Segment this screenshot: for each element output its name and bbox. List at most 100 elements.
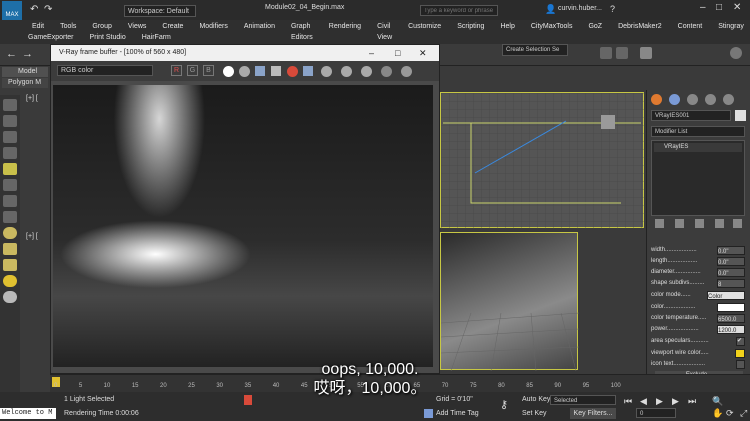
motion-tab-icon[interactable]: [705, 94, 716, 105]
user-name[interactable]: curvin.huber...: [558, 5, 602, 12]
lock-selection-icon[interactable]: [244, 395, 252, 405]
scale-icon[interactable]: [3, 147, 17, 159]
color-temperature-input[interactable]: 6500.0: [717, 314, 745, 323]
ribbon-tab-model[interactable]: Model: [2, 67, 48, 77]
shape-subdivs-input[interactable]: 8: [717, 279, 745, 288]
orbit-icon[interactable]: ⟳: [726, 408, 734, 419]
time-tag-icon[interactable]: [424, 409, 433, 418]
icon-text-checkbox[interactable]: [736, 360, 745, 369]
vray-frame-buffer-window[interactable]: V-Ray frame buffer - [100% of 560 x 480]…: [50, 44, 440, 374]
forward-arrow-icon[interactable]: →: [22, 48, 33, 60]
helper-icon[interactable]: [3, 195, 17, 207]
selected-dropdown[interactable]: Selected: [550, 395, 616, 405]
dome-light-icon[interactable]: [3, 291, 17, 303]
workspace-dropdown[interactable]: Workspace: Default: [124, 5, 196, 17]
app-logo-icon[interactable]: MAX: [2, 1, 22, 21]
color-swatch[interactable]: [717, 303, 745, 312]
back-arrow-icon[interactable]: ←: [6, 48, 17, 60]
menu-customize[interactable]: Customize: [400, 21, 449, 43]
next-frame-icon[interactable]: ▶: [672, 396, 679, 407]
ribbon-tab-polygon[interactable]: Polygon M: [2, 78, 48, 88]
set-key-button[interactable]: Set Key: [522, 410, 547, 417]
object-name-field[interactable]: VRayIES001: [651, 110, 731, 121]
vray-maximize-icon[interactable]: □: [395, 45, 400, 61]
maxscript-listener[interactable]: Welcome to M: [0, 408, 56, 419]
show-end-result-icon[interactable]: [675, 219, 684, 228]
add-time-tag[interactable]: Add Time Tag: [436, 410, 479, 417]
modify-tab-icon[interactable]: [669, 94, 680, 105]
sun-icon[interactable]: [3, 275, 17, 287]
zoom-icon[interactable]: 🔍: [712, 396, 723, 407]
spacewarp-icon[interactable]: [3, 211, 17, 223]
menu-rendering[interactable]: Rendering: [321, 21, 369, 43]
modifier-list-dropdown[interactable]: Modifier List: [651, 126, 745, 137]
search-input[interactable]: [420, 5, 498, 16]
sphere-icon[interactable]: [3, 227, 17, 239]
history-icon[interactable]: [401, 66, 412, 77]
camera-icon[interactable]: [3, 179, 17, 191]
vray-minimize-icon[interactable]: –: [369, 45, 374, 61]
menu-civil-view[interactable]: Civil View: [369, 21, 400, 43]
menu-graph-editors[interactable]: Graph Editors: [283, 21, 321, 43]
render-last-icon[interactable]: [341, 66, 352, 77]
move-icon[interactable]: [3, 115, 17, 127]
viewport-label-top[interactable]: [+] [: [26, 95, 38, 102]
key-icon[interactable]: ⚷: [500, 398, 508, 411]
close-icon[interactable]: ✕: [733, 2, 741, 13]
object-color-swatch[interactable]: [735, 110, 746, 121]
prev-frame-icon[interactable]: ◀: [640, 396, 647, 407]
current-frame-input[interactable]: 0: [636, 408, 676, 418]
menu-gameexporter[interactable]: GameExporter: [20, 32, 82, 43]
undo-icon[interactable]: ↶: [30, 4, 38, 15]
menu-help[interactable]: Help: [492, 21, 522, 43]
menu-stingray[interactable]: Stingray: [710, 21, 750, 43]
light-icon[interactable]: [3, 163, 17, 175]
render-icon[interactable]: [640, 47, 652, 59]
menu-debrismaker[interactable]: DebrisMaker2: [610, 21, 670, 43]
help-icon[interactable]: ?: [610, 4, 615, 14]
play-icon[interactable]: ▶: [656, 396, 663, 407]
alpha-channel-icon[interactable]: [223, 66, 234, 77]
maximize-icon[interactable]: □: [716, 2, 722, 13]
area-speculars-checkbox[interactable]: ✔: [736, 337, 745, 346]
vray-window-title-bar[interactable]: V-Ray frame buffer - [100% of 560 x 480]…: [51, 45, 439, 61]
make-unique-icon[interactable]: [695, 219, 704, 228]
pin-stack-icon[interactable]: [655, 219, 664, 228]
menu-citymaxtools[interactable]: CityMaxTools: [523, 21, 581, 43]
width-input[interactable]: 0.0": [717, 246, 745, 255]
menu-print-studio[interactable]: Print Studio: [82, 32, 134, 43]
maximize-viewport-icon[interactable]: ⤢: [740, 408, 747, 419]
create-tab-icon[interactable]: [651, 94, 662, 105]
mono-channel-icon[interactable]: [239, 66, 250, 77]
hierarchy-tab-icon[interactable]: [687, 94, 698, 105]
menu-content[interactable]: Content: [670, 21, 711, 43]
color-correction-icon[interactable]: [361, 66, 372, 77]
pan-icon[interactable]: ✋: [712, 408, 723, 419]
redo-icon[interactable]: ↷: [44, 4, 52, 15]
create-selection-set-dropdown[interactable]: Create Selection Se: [502, 44, 568, 56]
cone-icon[interactable]: [3, 259, 17, 271]
power-input[interactable]: 1200.0: [717, 325, 745, 334]
color-mode-dropdown[interactable]: Color: [707, 291, 745, 300]
length-input[interactable]: 0.0": [717, 257, 745, 266]
channel-b-button[interactable]: B: [203, 65, 214, 76]
lens-effects-icon[interactable]: [381, 66, 392, 77]
stack-item-vrayies[interactable]: VRayIES: [654, 143, 742, 152]
save-image-icon[interactable]: [255, 66, 265, 76]
wire-color-swatch[interactable]: [735, 349, 745, 358]
teapot-render-icon[interactable]: [730, 47, 742, 59]
minimize-icon[interactable]: –: [700, 2, 706, 13]
configure-sets-icon[interactable]: [733, 219, 742, 228]
remove-modifier-icon[interactable]: [715, 219, 724, 228]
display-tab-icon[interactable]: [723, 94, 734, 105]
diameter-input[interactable]: 0.0": [717, 268, 745, 277]
clear-image-icon[interactable]: [271, 66, 281, 76]
channel-g-button[interactable]: G: [187, 65, 198, 76]
stop-render-icon[interactable]: [321, 66, 332, 77]
channel-dropdown[interactable]: RGB color: [57, 65, 153, 76]
menu-animation[interactable]: Animation: [236, 21, 283, 43]
render-frame-icon[interactable]: [616, 47, 628, 59]
viewport-label-bottom[interactable]: [+] [: [26, 233, 38, 240]
track-mouse-icon[interactable]: [303, 66, 313, 76]
rotate-icon[interactable]: [3, 131, 17, 143]
